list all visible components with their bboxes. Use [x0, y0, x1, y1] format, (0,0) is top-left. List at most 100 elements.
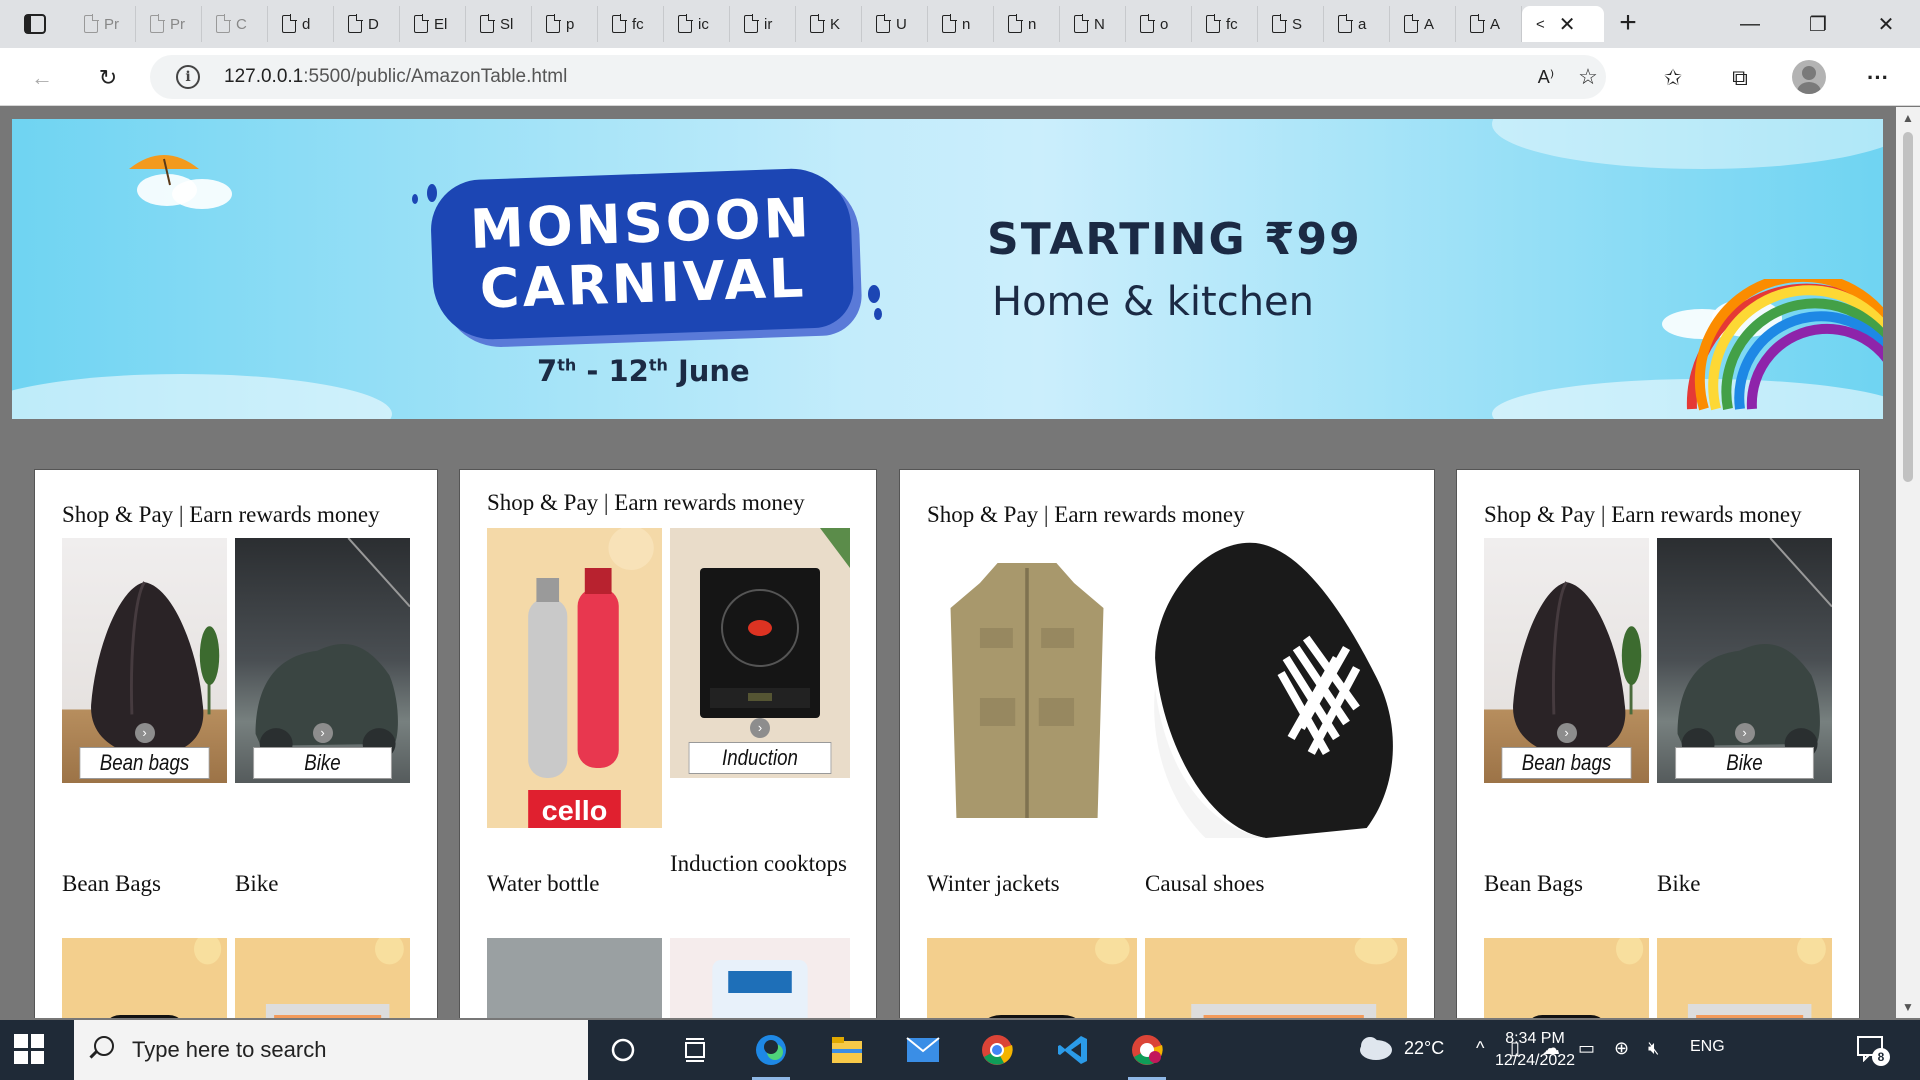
notifications-icon[interactable]: 8: [1856, 1034, 1890, 1067]
network-globe-icon[interactable]: ⊕: [1614, 1038, 1629, 1059]
product-name[interactable]: Causal shoes: [1145, 870, 1395, 897]
product-name[interactable]: Bean Bags: [1484, 870, 1644, 897]
browser-tab[interactable]: C: [202, 6, 268, 42]
file-explorer-icon[interactable]: [824, 1028, 870, 1072]
taskbar-clock[interactable]: 8:34 PM 12/24/2022: [1490, 1028, 1580, 1072]
product-name[interactable]: Induction cooktops: [670, 850, 850, 877]
chevron-right-icon[interactable]: ›: [1734, 723, 1755, 743]
edge-app-icon[interactable]: [748, 1028, 794, 1080]
product-image-bottle[interactable]: cello: [487, 528, 662, 828]
favorites-icon[interactable]: ✩: [1657, 62, 1689, 94]
product-name[interactable]: Bike: [1657, 870, 1817, 897]
weather-cloud-icon[interactable]: [1356, 1034, 1394, 1067]
chevron-right-icon[interactable]: ›: [134, 723, 155, 743]
cortana-icon[interactable]: [600, 1028, 646, 1072]
browser-tab[interactable]: Pr: [136, 6, 202, 42]
product-image-next-row[interactable]: [1657, 938, 1832, 1018]
restore-button[interactable]: ❐: [1784, 0, 1852, 48]
url-text[interactable]: 127.0.0.1:5500/public/AmazonTable.html: [224, 66, 567, 88]
browser-tab[interactable]: El: [400, 6, 466, 42]
browser-tab[interactable]: A: [1390, 6, 1456, 42]
reload-icon[interactable]: ↻: [92, 62, 124, 94]
browser-tab[interactable]: o: [1126, 6, 1192, 42]
product-card: Shop & Pay | Earn rewards money Winter ja…: [899, 469, 1435, 1018]
browser-tab[interactable]: K: [796, 6, 862, 42]
browser-tab[interactable]: S: [1258, 6, 1324, 42]
browser-tab[interactable]: n: [994, 6, 1060, 42]
document-icon: [216, 14, 231, 33]
product-card: Shop & Pay | Earn rewards money › Bean bag…: [1456, 469, 1860, 1018]
more-menu-icon[interactable]: ···: [1862, 62, 1894, 94]
browser-tab[interactable]: p: [532, 6, 598, 42]
product-image-beanbag[interactable]: › Bean bags: [62, 538, 227, 783]
language-indicator[interactable]: ENG: [1690, 1038, 1725, 1056]
minimize-button[interactable]: —: [1716, 0, 1784, 48]
product-image-jacket[interactable]: [927, 538, 1127, 838]
close-tab-icon[interactable]: ✕: [1559, 12, 1576, 37]
document-icon: [1008, 14, 1023, 33]
page-scrollbar[interactable]: ▲ ▼: [1896, 107, 1920, 1018]
monsoon-carnival-badge: MONSOON CARNIVAL: [429, 166, 855, 342]
scroll-thumb[interactable]: [1903, 132, 1913, 482]
browser-tab[interactable]: n: [928, 6, 994, 42]
windows-start-icon[interactable]: [14, 1034, 44, 1064]
page-viewport: MONSOON CARNIVAL 7th - 12th June STARTIN…: [0, 107, 1896, 1018]
product-name[interactable]: Bean Bags: [62, 870, 222, 897]
address-bar[interactable]: i 127.0.0.1:5500/public/AmazonTable.html…: [150, 55, 1606, 99]
product-image-bike[interactable]: › Bike accessories: [1657, 538, 1832, 783]
browser-tab[interactable]: N: [1060, 6, 1126, 42]
chevron-right-icon[interactable]: ›: [750, 718, 770, 738]
product-image-cooktop[interactable]: › Induction cooktops: [670, 528, 850, 778]
product-image-next-row[interactable]: [1145, 938, 1407, 1018]
mail-icon[interactable]: [900, 1028, 946, 1072]
chrome-icon[interactable]: [974, 1028, 1020, 1072]
browser-tab[interactable]: fc: [1192, 6, 1258, 42]
site-info-icon[interactable]: i: [176, 65, 200, 89]
scroll-up-icon[interactable]: ▲: [1901, 111, 1915, 125]
weather-temperature[interactable]: 22°C: [1404, 1038, 1444, 1059]
product-image-next-row[interactable]: [487, 938, 662, 1018]
browser-tab[interactable]: D: [334, 6, 400, 42]
product-name[interactable]: Winter jackets: [927, 870, 1127, 897]
collections-icon[interactable]: ⧉: [1724, 62, 1756, 94]
add-favorite-icon[interactable]: ☆: [1572, 61, 1604, 93]
product-image-next-row[interactable]: [670, 938, 850, 1018]
product-image-bike[interactable]: › Bike accessories: [235, 538, 410, 783]
product-image-beanbag[interactable]: › Bean bags: [1484, 538, 1649, 783]
new-tab-button[interactable]: +: [1610, 6, 1646, 42]
back-arrow-icon[interactable]: ←: [26, 62, 58, 94]
product-image-next-row[interactable]: [927, 938, 1137, 1018]
browser-tab[interactable]: ic: [664, 6, 730, 42]
read-aloud-icon[interactable]: A⁾: [1530, 61, 1562, 93]
browser-tab[interactable]: d: [268, 6, 334, 42]
browser-tab[interactable]: Pr: [70, 6, 136, 42]
task-view-icon[interactable]: [672, 1028, 718, 1072]
product-name[interactable]: Water bottle: [487, 870, 652, 897]
volume-muted-icon[interactable]: 🔇︎: [1648, 1038, 1659, 1059]
chevron-right-icon[interactable]: ›: [312, 723, 333, 743]
profile-avatar[interactable]: [1792, 60, 1826, 94]
browser-tab[interactable]: a: [1324, 6, 1390, 42]
close-window-button[interactable]: ✕: [1852, 0, 1920, 48]
chevron-right-icon[interactable]: ›: [1556, 723, 1577, 743]
active-browser-tab[interactable]: < ✕: [1522, 6, 1604, 42]
show-hidden-icons[interactable]: ^: [1476, 1038, 1484, 1059]
browser-tab[interactable]: A: [1456, 6, 1522, 42]
taskbar-search[interactable]: Type here to search: [74, 1020, 588, 1080]
product-image-next-row[interactable]: [235, 938, 410, 1018]
product-image-shoe[interactable]: [1145, 538, 1407, 838]
tab-label: ic: [698, 15, 709, 33]
chrome-profile-icon[interactable]: [1124, 1028, 1170, 1080]
browser-tab[interactable]: U: [862, 6, 928, 42]
product-name[interactable]: Bike: [235, 870, 395, 897]
browser-tab[interactable]: fc: [598, 6, 664, 42]
tab-actions-icon[interactable]: [14, 9, 56, 39]
vscode-icon[interactable]: [1050, 1028, 1096, 1072]
browser-tab[interactable]: ir: [730, 6, 796, 42]
promo-banner[interactable]: MONSOON CARNIVAL 7th - 12th June STARTIN…: [12, 119, 1883, 419]
product-image-next-row[interactable]: [1484, 938, 1649, 1018]
scroll-down-icon[interactable]: ▼: [1901, 1000, 1915, 1014]
battery-icon[interactable]: ▭: [1578, 1038, 1595, 1059]
browser-tab[interactable]: Sl: [466, 6, 532, 42]
product-image-next-row[interactable]: [62, 938, 227, 1018]
